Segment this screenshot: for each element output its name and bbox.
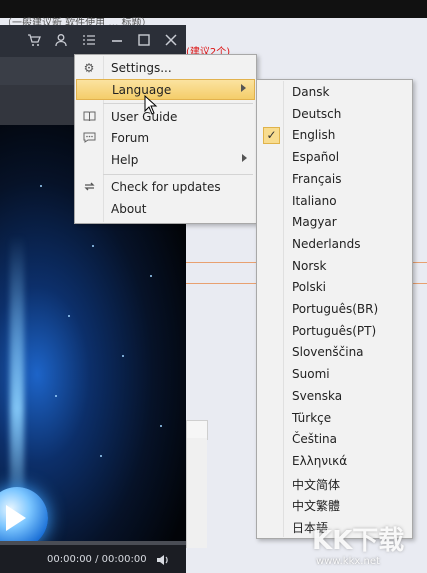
- language-item[interactable]: Slovenščina: [258, 342, 411, 363]
- watermark: KK下载 www.kkx.net: [312, 520, 424, 570]
- light-beam: [10, 235, 24, 525]
- menu-item-language[interactable]: Language: [76, 79, 255, 100]
- watermark-url: www.kkx.net: [316, 556, 380, 567]
- language-label: English: [292, 128, 336, 143]
- sparkle: [122, 355, 124, 357]
- language-label: Dansk: [292, 85, 330, 99]
- language-item[interactable]: Português(BR): [258, 299, 411, 320]
- language-label: Slovenščina: [292, 345, 364, 360]
- language-label: Deutsch: [292, 106, 342, 121]
- cart-icon[interactable]: [26, 33, 42, 49]
- minimize-icon[interactable]: [109, 33, 125, 49]
- language-label: Suomi: [292, 367, 330, 382]
- language-item[interactable]: 中文繁體: [258, 494, 411, 515]
- menu-item-about[interactable]: About: [76, 199, 255, 220]
- language-label: Norsk: [292, 258, 327, 273]
- language-label: Türkçe: [292, 410, 332, 425]
- submenu-arrow-icon: [241, 84, 246, 92]
- user-icon[interactable]: [53, 33, 69, 49]
- gear-icon: ⚙: [83, 61, 95, 75]
- menu-item-label: Check for updates: [111, 180, 221, 194]
- language-item[interactable]: Français: [258, 169, 411, 190]
- menu-icon[interactable]: [81, 33, 97, 49]
- menu-item-forum[interactable]: Forum: [76, 128, 255, 149]
- language-item[interactable]: ✓ English: [258, 125, 411, 146]
- menu-item-check-updates[interactable]: Check for updates: [76, 177, 255, 198]
- menu-item-label: About: [111, 202, 147, 216]
- menu-separator: [103, 174, 253, 175]
- menu-item-label: Settings...: [111, 61, 172, 75]
- menu-item-settings[interactable]: ⚙ Settings...: [76, 58, 255, 79]
- sparkle: [68, 315, 70, 317]
- progress-bar[interactable]: [0, 541, 186, 545]
- player-controls: 00:00:00 / 00:00:00: [0, 541, 186, 573]
- language-label: Português(BR): [292, 302, 379, 316]
- menu-item-label: Language: [112, 83, 172, 97]
- sparkle: [100, 455, 102, 457]
- sparkle: [160, 425, 162, 427]
- player-titlebar: [0, 25, 186, 57]
- language-label: Português(PT): [292, 323, 377, 338]
- language-item[interactable]: Ελληνικά: [258, 451, 411, 472]
- language-label: Svenska: [292, 388, 343, 403]
- language-item[interactable]: Italiano: [258, 191, 411, 212]
- submenu-arrow-icon: [242, 154, 247, 162]
- language-item[interactable]: Svenska: [258, 386, 411, 407]
- menu-item-label: Help: [111, 153, 139, 167]
- language-item[interactable]: Magyar: [258, 212, 411, 233]
- time-display: 00:00:00 / 00:00:00: [47, 554, 147, 565]
- language-item[interactable]: Deutsch: [258, 104, 411, 125]
- background-panel: [186, 420, 208, 440]
- language-item[interactable]: 中文简体: [258, 473, 411, 494]
- menu-item-label: Forum: [111, 131, 150, 145]
- language-label: Čeština: [292, 432, 338, 447]
- language-label: 中文简体: [292, 477, 341, 492]
- language-item[interactable]: Suomi: [258, 364, 411, 385]
- language-item[interactable]: Dansk: [258, 82, 411, 103]
- close-icon[interactable]: [163, 33, 179, 49]
- language-label: Nederlands: [292, 236, 361, 251]
- play-icon: [6, 505, 26, 531]
- menu-item-help[interactable]: Help: [76, 150, 255, 171]
- speaker-icon[interactable]: [156, 553, 170, 571]
- language-label: Polski: [292, 280, 327, 295]
- checkmark-icon: ✓: [263, 127, 280, 145]
- language-item[interactable]: Türkçe: [258, 408, 411, 429]
- language-label: Español: [292, 150, 340, 165]
- language-item[interactable]: Norsk: [258, 256, 411, 277]
- language-label: Ελληνικά: [292, 453, 348, 468]
- language-item[interactable]: Čeština: [258, 429, 411, 450]
- language-item[interactable]: Polski: [258, 277, 411, 298]
- play-button[interactable]: [0, 487, 48, 549]
- sparkle: [92, 245, 94, 247]
- background-panel: [186, 438, 207, 548]
- language-label: Français: [292, 171, 342, 186]
- language-item[interactable]: Español: [258, 147, 411, 168]
- menu-item-user-guide[interactable]: User Guide: [76, 107, 255, 128]
- chat-icon: [82, 131, 96, 145]
- maximize-icon[interactable]: [136, 33, 152, 49]
- refresh-icon: [82, 180, 96, 194]
- language-item[interactable]: Nederlands: [258, 234, 411, 255]
- language-label: Magyar: [292, 215, 337, 230]
- sparkle: [40, 185, 42, 187]
- language-item[interactable]: Português(PT): [258, 321, 411, 342]
- main-menu: ⚙ Settings... Language User Guide Forum …: [74, 54, 257, 224]
- language-label: 中文繁體: [292, 499, 341, 514]
- language-label: Italiano: [292, 193, 337, 208]
- menu-separator: [103, 103, 253, 104]
- sparkle: [55, 395, 57, 397]
- sparkle: [150, 275, 152, 277]
- watermark-logo: KK下载: [312, 526, 405, 556]
- language-submenu: Dansk Deutsch ✓ English Español Français Itali…: [256, 79, 413, 539]
- book-icon: [82, 110, 96, 124]
